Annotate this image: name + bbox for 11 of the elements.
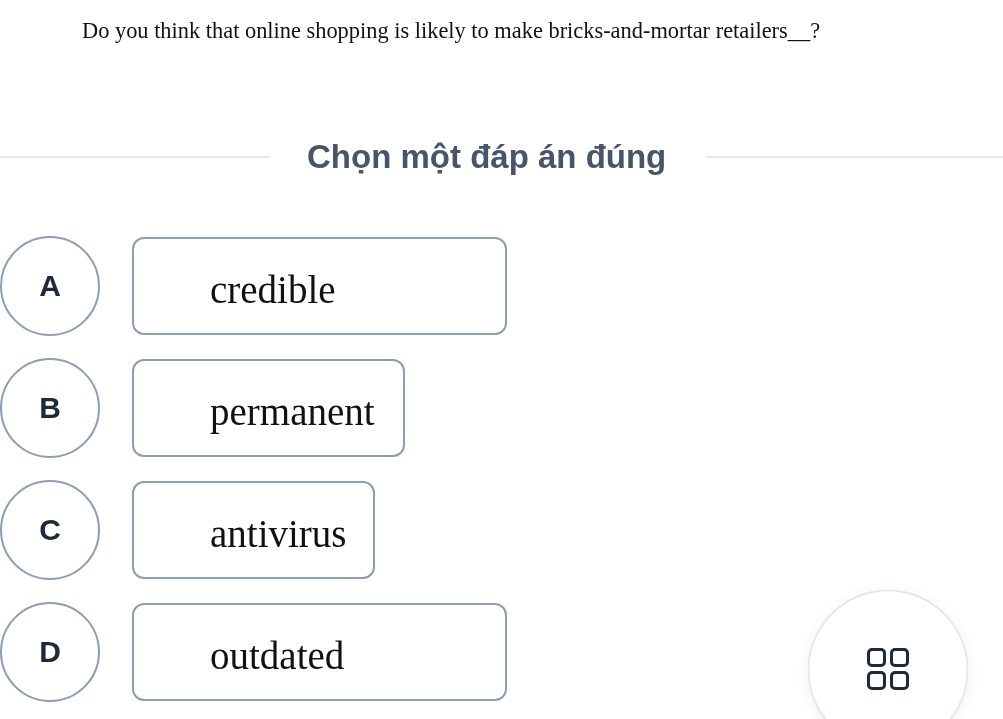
answer-option[interactable]: credible [132,237,507,335]
answer-option[interactable]: antivirus [132,481,376,579]
answer-option[interactable]: outdated [132,603,507,701]
grid-icon [867,648,909,690]
instruction-heading: Chọn một đáp án đúng [307,137,667,177]
answer-option[interactable]: permanent [132,359,405,457]
option-letter[interactable]: B [0,358,100,458]
option-letter[interactable]: A [0,236,100,336]
question-text: Do you think that online shopping is likely to make bricks-and-mortar retailers__? [82,18,821,44]
option-letter[interactable]: D [0,602,100,702]
option-letter[interactable]: C [0,480,100,580]
